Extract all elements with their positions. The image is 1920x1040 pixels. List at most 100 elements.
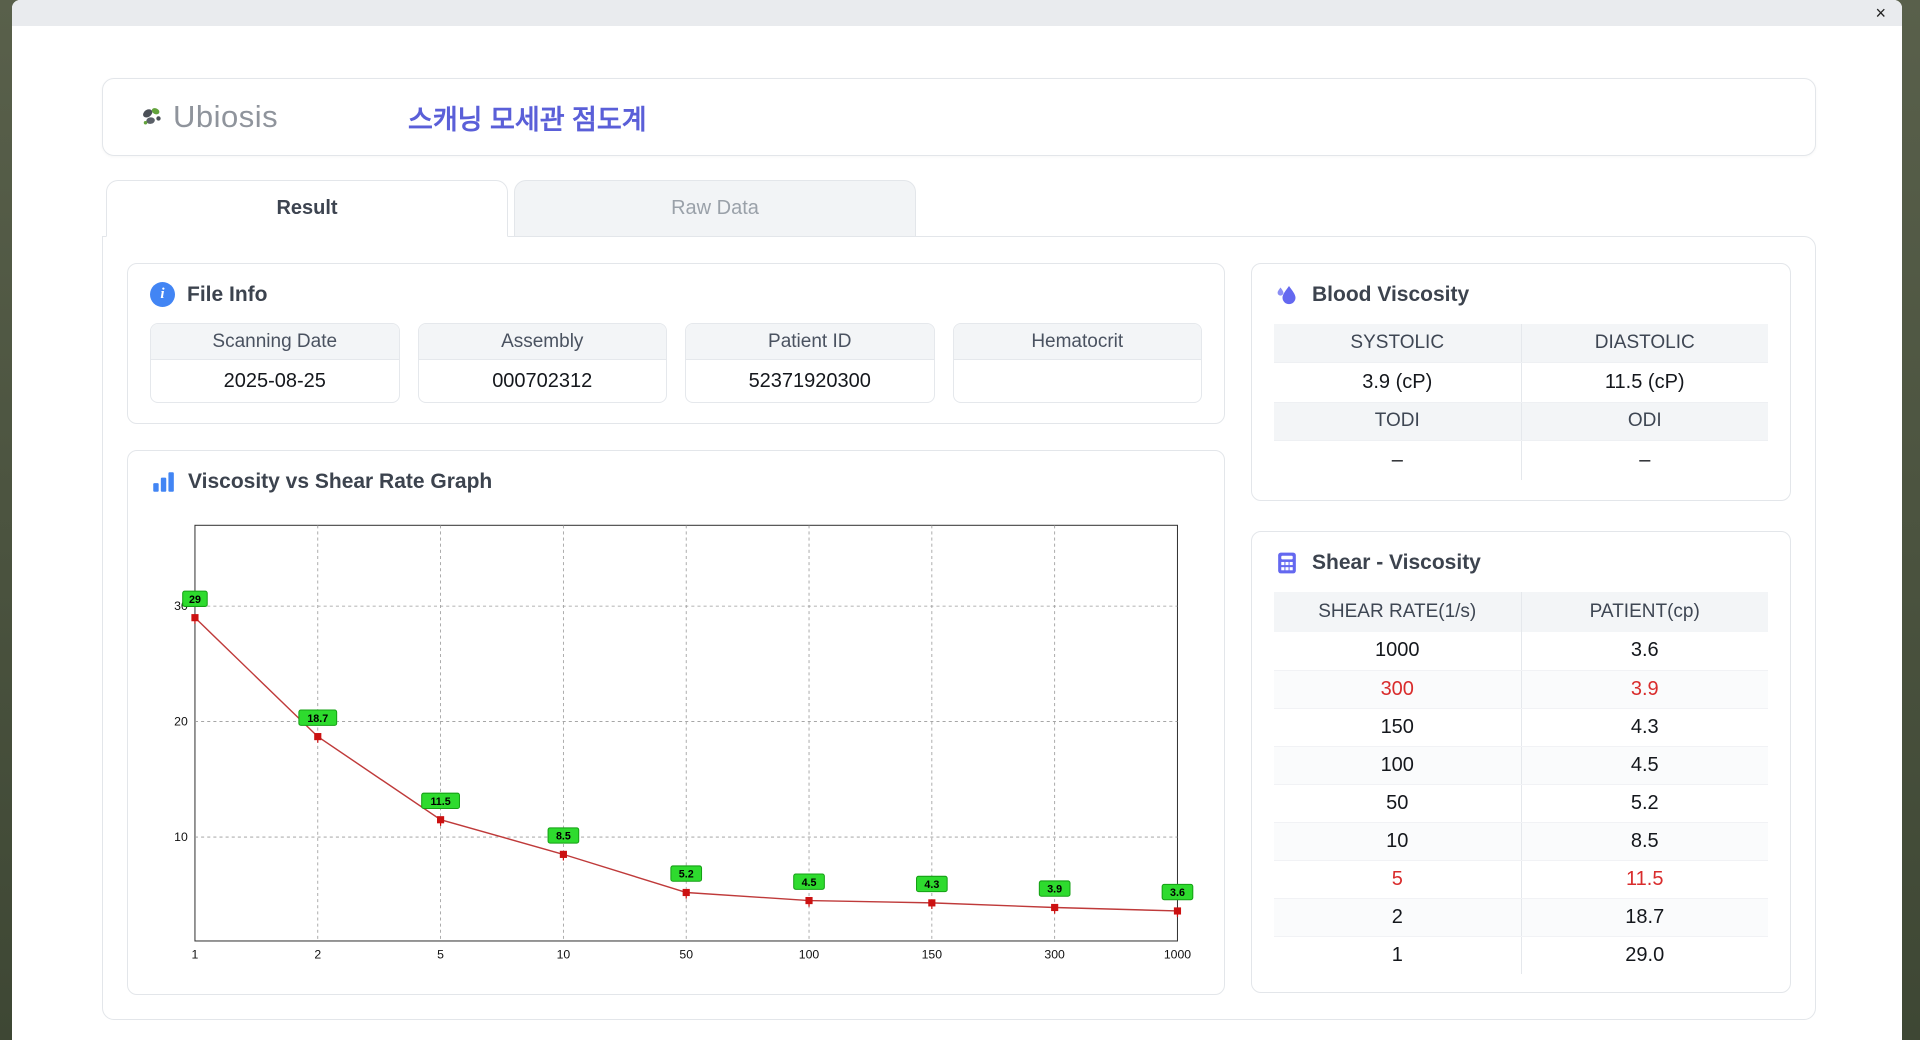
shear-row-50: 50 5.2 — [1274, 784, 1768, 823]
svg-text:100: 100 — [799, 947, 820, 961]
app-header: Ubiosis 스캐닝 모세관 점도계 — [102, 78, 1816, 156]
svg-text:11.5: 11.5 — [430, 796, 450, 808]
shear-row-1000: 1000 3.6 — [1274, 632, 1768, 671]
graph-card-title: Viscosity vs Shear Rate Graph — [188, 470, 493, 493]
svg-text:1: 1 — [192, 947, 199, 961]
leaf-logo-icon — [143, 108, 161, 125]
odi-label: ODI — [1521, 402, 1768, 441]
odi-value: – — [1639, 448, 1651, 471]
app-title: 스캐닝 모세관 점도계 — [408, 104, 647, 135]
svg-text:4.5: 4.5 — [802, 877, 817, 889]
right-column: Blood Viscosity SYSTOLIC DIASTOLIC 3.9 (… — [1251, 263, 1791, 993]
blood-viscosity-card: Blood Viscosity SYSTOLIC DIASTOLIC 3.9 (… — [1251, 263, 1791, 501]
shear-rate-cell: 10 — [1274, 822, 1522, 861]
ubiosis-logo: Ubiosis — [139, 99, 364, 135]
field-label: Assembly — [418, 324, 666, 360]
graph-card-header: Viscosity vs Shear Rate Graph — [150, 469, 1202, 495]
patient-value-cell: 5.2 — [1521, 784, 1768, 823]
bv-value-row-1: 3.9 (cP) 11.5 (cP) — [1274, 362, 1768, 403]
patient-value-cell: 29.0 — [1625, 943, 1665, 966]
patient-value-cell: 4.3 — [1521, 708, 1768, 747]
svg-text:5: 5 — [437, 947, 444, 961]
logo-text: Ubiosis — [173, 99, 279, 134]
field-label: Hematocrit — [953, 324, 1201, 360]
bv-value-row-2: – – — [1274, 440, 1768, 480]
file-info-field-assembly: Assembly 000702312 — [417, 323, 667, 403]
viscosity-chart: 1020301 2 5 10 50 100 150 300 10002918.711.58.55… — [174, 524, 1194, 961]
file-info-field-hematocrit: Hematocrit — [952, 323, 1202, 403]
svg-text:3.6: 3.6 — [1170, 887, 1185, 899]
shear-rate-cell: 2 — [1274, 898, 1522, 937]
file-info-field-patient-id: Patient ID 52371920300 — [685, 323, 935, 403]
svg-text:10: 10 — [174, 830, 188, 844]
svg-text:300: 300 — [1044, 947, 1065, 961]
shear-row-300: 300 3.9 — [1274, 670, 1768, 709]
shear-viscosity-table: SHEAR RATE(1/s) PATIENT(cp) 1000 3.6 300 3.… — [1274, 592, 1768, 974]
shear-table-header-row: SHEAR RATE(1/s) PATIENT(cp) — [1274, 592, 1768, 632]
shear-row-10: 10 8.5 — [1274, 822, 1768, 861]
app-window: × Ubiosis 스캐닝 모세관 점도계 Result Raw Data i … — [12, 0, 1902, 1040]
shear-rate-cell: 5 — [1274, 860, 1522, 899]
field-value: 000702312 — [492, 369, 593, 392]
field-label: Scanning Date — [151, 324, 399, 360]
bar-chart-icon — [153, 472, 174, 492]
svg-text:3.9: 3.9 — [1047, 884, 1062, 896]
tab-result[interactable]: Result — [106, 180, 508, 237]
field-label: Patient ID — [686, 324, 934, 360]
svg-text:50: 50 — [679, 947, 693, 961]
file-info-title: File Info — [187, 282, 268, 306]
shear-rate-cell: 150 — [1274, 708, 1522, 747]
blood-viscosity-title: Blood Viscosity — [1312, 283, 1470, 306]
svg-text:2: 2 — [314, 947, 321, 961]
shear-viscosity-header: Shear - Viscosity — [1274, 550, 1768, 576]
shear-rate-cell: 1000 — [1274, 632, 1522, 671]
shear-rate-column-header: SHEAR RATE(1/s) — [1274, 592, 1522, 632]
shear-rate-cell: 50 — [1274, 784, 1522, 823]
patient-value-cell: 11.5 — [1521, 860, 1768, 899]
file-info-field-scanning-date: Scanning Date 2025-08-25 — [150, 323, 400, 403]
field-value: 2025-08-25 — [223, 369, 326, 392]
shear-row-2: 2 18.7 — [1274, 898, 1768, 937]
shear-row-150: 150 4.3 — [1274, 708, 1768, 747]
patient-value-cell: 4.5 — [1521, 746, 1768, 785]
diastolic-value: 11.5 (cP) — [1521, 362, 1768, 403]
water-drop-icon — [1277, 286, 1296, 305]
window-titlebar: × — [12, 0, 1902, 26]
file-info-header: i File Info — [150, 282, 1202, 307]
desktop-background: × Ubiosis 스캐닝 모세관 점도계 Result Raw Data i … — [0, 0, 1920, 1040]
file-info-card: i File Info Scanning Date 2025-08-25 Assem… — [127, 263, 1225, 424]
blood-viscosity-table: SYSTOLIC DIASTOLIC 3.9 (cP) 11.5 (cP) TO… — [1274, 324, 1768, 480]
shear-rate-cell: 300 — [1274, 670, 1522, 709]
svg-text:18.7: 18.7 — [307, 713, 328, 725]
svg-text:150: 150 — [922, 947, 943, 961]
shear-viscosity-card: Shear - Viscosity SHEAR RATE(1/s) PATIEN… — [1251, 531, 1791, 993]
shear-row-100: 100 4.5 — [1274, 746, 1768, 785]
main-panel: i File Info Scanning Date 2025-08-25 Assem… — [102, 236, 1816, 1020]
svg-text:4.3: 4.3 — [924, 879, 939, 891]
tab-raw-data[interactable]: Raw Data — [514, 180, 916, 236]
shear-rate-cell: 1 — [1274, 936, 1522, 974]
shear-row-1: 1 29.0 — [1274, 936, 1768, 974]
window-content: Ubiosis 스캐닝 모세관 점도계 Result Raw Data i Fil… — [12, 26, 1902, 1040]
svg-text:20: 20 — [174, 715, 188, 729]
left-column: i File Info Scanning Date 2025-08-25 Assem… — [127, 263, 1225, 995]
calculator-icon — [1278, 552, 1296, 574]
svg-text:1000: 1000 — [1164, 947, 1191, 961]
patient-column-header: PATIENT(cp) — [1521, 592, 1768, 632]
svg-text:8.5: 8.5 — [556, 831, 571, 843]
viscosity-graph-card: Viscosity vs Shear Rate Graph 10 20 30 1 2 5 1… — [127, 450, 1225, 995]
window-close-button[interactable]: × — [1869, 4, 1892, 22]
file-info-fields: Scanning Date 2025-08-25 Assembly 000702312… — [150, 323, 1202, 403]
systolic-label: SYSTOLIC — [1274, 324, 1522, 363]
shear-viscosity-title: Shear - Viscosity — [1312, 551, 1481, 574]
blood-viscosity-header: Blood Viscosity — [1274, 282, 1768, 308]
todi-label: TODI — [1274, 402, 1522, 441]
field-value: 52371920300 — [748, 369, 871, 392]
patient-value-cell: 8.5 — [1521, 822, 1768, 861]
shear-rate-cell: 100 — [1274, 746, 1522, 785]
bv-header-row-2: TODI ODI — [1274, 402, 1768, 441]
systolic-value: 3.9 (cP) — [1274, 362, 1522, 403]
svg-text:29: 29 — [189, 594, 201, 606]
svg-text:5.2: 5.2 — [679, 869, 694, 881]
patient-value-cell: 3.9 — [1521, 670, 1768, 709]
